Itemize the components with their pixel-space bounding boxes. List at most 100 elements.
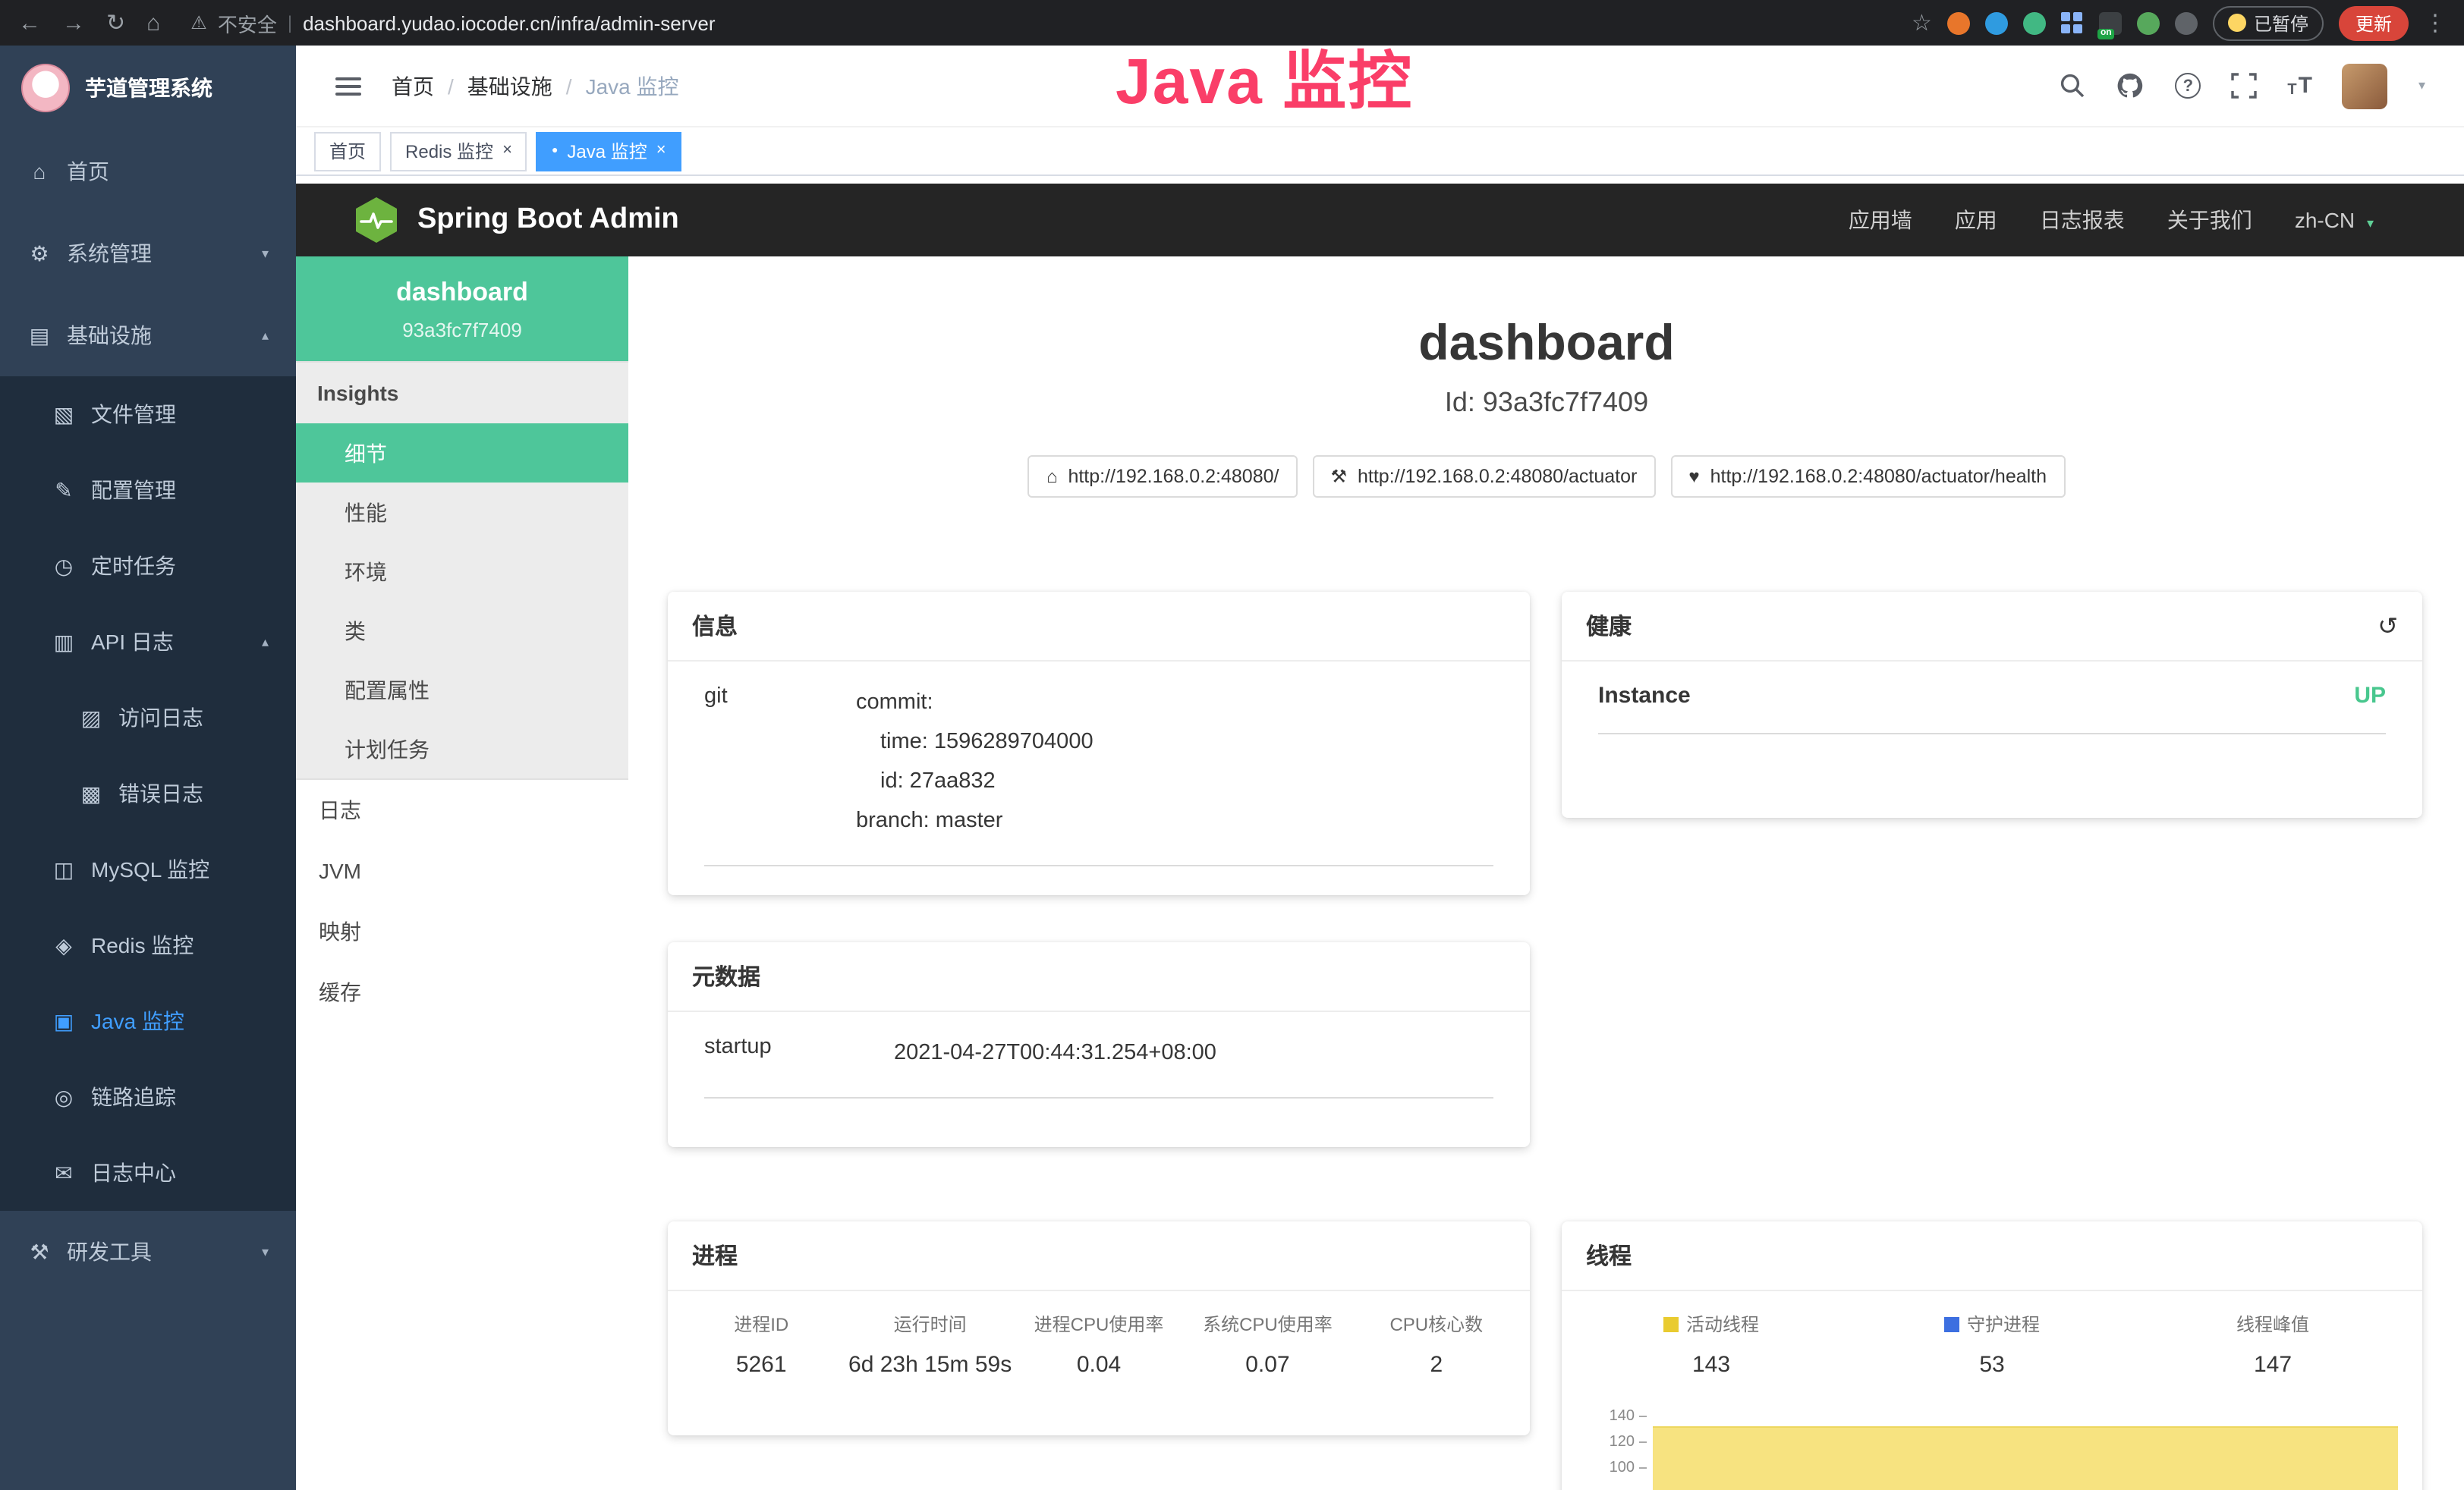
process-card: 进程 进程ID 5261 运行时间 6d 23h 15m 59s 进程CPU使用…: [668, 1221, 1530, 1435]
health-url-link[interactable]: ♥ http://192.168.0.2:48080/actuator/heal…: [1670, 455, 2065, 498]
sidebar-item-label: API 日志: [91, 627, 174, 657]
user-avatar[interactable]: [2343, 63, 2388, 108]
extension-icon-5[interactable]: on: [2099, 11, 2122, 34]
paused-badge[interactable]: 已暂停: [2213, 5, 2324, 40]
info-key: git: [704, 683, 856, 841]
extension-icon-4[interactable]: [2061, 11, 2084, 34]
chevron-down-icon: ▾: [262, 1243, 269, 1260]
browser-menu-kebab-icon[interactable]: ⋮: [2424, 11, 2447, 34]
sidebar-item-infrastructure[interactable]: ▤ 基础设施 ▴: [0, 294, 296, 376]
sba-brand-title[interactable]: Spring Boot Admin: [417, 203, 679, 237]
on-badge: on: [2097, 28, 2115, 39]
sba-item-metrics[interactable]: 性能: [296, 483, 628, 542]
live-threads-area: [1653, 1426, 2398, 1490]
sidebar-item-home[interactable]: ⌂ 首页: [0, 130, 296, 212]
axis-tick: 120: [1610, 1434, 1635, 1451]
sidebar-item-system-mgmt[interactable]: ⚙ 系统管理 ▾: [0, 212, 296, 294]
sidebar-item-label: 定时任务: [91, 551, 176, 581]
actuator-url-link[interactable]: ⚒ http://192.168.0.2:48080/actuator: [1312, 455, 1655, 498]
health-instance-row[interactable]: Instance UP: [1598, 683, 2386, 734]
close-icon[interactable]: ×: [502, 143, 512, 159]
tab-redis-monitor[interactable]: Redis 监控 ×: [390, 131, 527, 171]
avatar-caret-icon[interactable]: ▾: [2418, 77, 2425, 94]
extension-icon-6[interactable]: [2137, 11, 2160, 34]
sba-item-classes[interactable]: 类: [296, 601, 628, 660]
sba-nav-about[interactable]: 关于我们: [2167, 205, 2252, 235]
spring-boot-logo-icon[interactable]: [354, 197, 399, 243]
forward-icon[interactable]: →: [62, 11, 85, 34]
close-icon[interactable]: ×: [656, 143, 666, 159]
sidebar-item-dev-tools[interactable]: ⚒ 研发工具 ▾: [0, 1211, 296, 1293]
sidebar-item-access-log[interactable]: ▨ 访问日志: [0, 680, 296, 756]
sidebar-item-error-log[interactable]: ▩ 错误日志: [0, 756, 296, 831]
link-label: http://192.168.0.2:48080/actuator/health: [1710, 466, 2047, 487]
sidebar-item-mysql-monitor[interactable]: ◫ MySQL 监控: [0, 831, 296, 907]
instance-header[interactable]: dashboard 93a3fc7f7409: [296, 256, 628, 361]
sidebar-item-label: 访问日志: [118, 703, 203, 733]
address-bar[interactable]: ⚠ 不安全 | dashboard.yudao.iocoder.cn/infra…: [190, 8, 715, 37]
browser-home-icon[interactable]: ⌂: [146, 11, 160, 34]
extension-icon-1[interactable]: [1947, 11, 1970, 34]
sba-item-mappings[interactable]: 映射: [296, 901, 628, 962]
sba-nav-wallboard[interactable]: 应用墙: [1849, 205, 1912, 235]
stat-cpu-cores: CPU核心数 2: [1352, 1311, 1521, 1378]
sidebar-item-trace[interactable]: ◎ 链路追踪: [0, 1059, 296, 1135]
back-icon[interactable]: ←: [18, 11, 41, 34]
reload-icon[interactable]: ↻: [106, 11, 125, 34]
update-button[interactable]: 更新: [2339, 5, 2409, 40]
sba-item-details[interactable]: 细节: [296, 423, 628, 483]
sidebar-item-scheduled-jobs[interactable]: ◷ 定时任务: [0, 528, 296, 604]
annotation-java-monitor: Java 监控: [1116, 30, 1413, 123]
sba-navbar: Spring Boot Admin 应用墙 应用 日志报表 关于我们 zh-CN…: [296, 184, 2464, 256]
sba-item-environment[interactable]: 环境: [296, 542, 628, 601]
sba-nav-applications[interactable]: 应用: [1955, 205, 1997, 235]
sidebar-collapse-icon[interactable]: [335, 77, 361, 95]
stat-label: 活动线程: [1686, 1311, 1759, 1337]
git-id-line: id: 27aa832: [856, 762, 1094, 801]
sidebar-item-java-monitor[interactable]: ▣ Java 监控: [0, 983, 296, 1059]
sidebar-item-log-center[interactable]: ✉ 日志中心: [0, 1135, 296, 1211]
sidebar-item-label: Redis 监控: [91, 930, 194, 960]
sidebar-item-redis-monitor[interactable]: ◈ Redis 监控: [0, 907, 296, 983]
sidebar-item-label: 基础设施: [67, 320, 152, 350]
stat-label: 进程ID: [677, 1311, 845, 1337]
info-row-git: git commit: time: 1596289704000 id: 27aa…: [704, 683, 1493, 866]
sidebar-item-api-log[interactable]: ▥ API 日志 ▴: [0, 604, 296, 680]
sidebar-item-config-mgmt[interactable]: ✎ 配置管理: [0, 452, 296, 528]
search-icon[interactable]: [2060, 73, 2085, 99]
history-icon[interactable]: ↺: [2377, 611, 2398, 641]
github-icon[interactable]: [2116, 71, 2145, 100]
tab-label: Redis 监控: [405, 138, 493, 164]
sba-item-jvm[interactable]: JVM: [296, 841, 628, 901]
extension-icon-7[interactable]: [2175, 11, 2198, 34]
sidebar-item-file-mgmt[interactable]: ▧ 文件管理: [0, 376, 296, 452]
sba-item-caches[interactable]: 缓存: [296, 962, 628, 1023]
axis-tick: 100: [1610, 1460, 1635, 1476]
tab-home[interactable]: 首页: [314, 131, 381, 171]
chevron-down-icon: ▾: [262, 245, 269, 262]
heart-icon: ♥: [1688, 466, 1699, 487]
dev-tools-icon: ⚒: [27, 1239, 52, 1265]
fullscreen-icon[interactable]: [2231, 73, 2257, 99]
font-size-icon[interactable]: T T: [2287, 73, 2312, 99]
info-card: 信息 git commit: time: 1596289704000 id: 2…: [668, 592, 1530, 895]
sba-item-scheduled-tasks[interactable]: 计划任务: [296, 719, 628, 778]
app-logo[interactable]: 芋道管理系统: [0, 46, 296, 130]
extension-icon-2[interactable]: [1985, 11, 2008, 34]
service-url-link[interactable]: ⌂ http://192.168.0.2:48080/: [1028, 455, 1298, 498]
sba-item-config-props[interactable]: 配置属性: [296, 660, 628, 719]
java-monitor-icon: ▣: [52, 1008, 76, 1034]
stat-value: 53: [1852, 1352, 2132, 1378]
tab-java-monitor[interactable]: ● Java 监控 ×: [537, 131, 681, 171]
help-icon[interactable]: ?: [2175, 73, 2201, 99]
extension-icon-3[interactable]: [2023, 11, 2046, 34]
git-branch-line: branch: master: [856, 801, 1094, 841]
sba-locale-select[interactable]: zh-CN ▾: [2295, 208, 2374, 232]
sba-item-logs[interactable]: 日志: [296, 780, 628, 841]
breadcrumb-home[interactable]: 首页: [392, 71, 434, 101]
bookmark-star-icon[interactable]: ☆: [1912, 11, 1932, 34]
breadcrumb-infra[interactable]: 基础设施: [467, 71, 552, 101]
breadcrumb: 首页 / 基础设施 / Java 监控: [392, 71, 679, 101]
instance-id-line: Id: 93a3fc7f7409: [628, 387, 2464, 419]
sba-nav-journal[interactable]: 日志报表: [2040, 205, 2125, 235]
